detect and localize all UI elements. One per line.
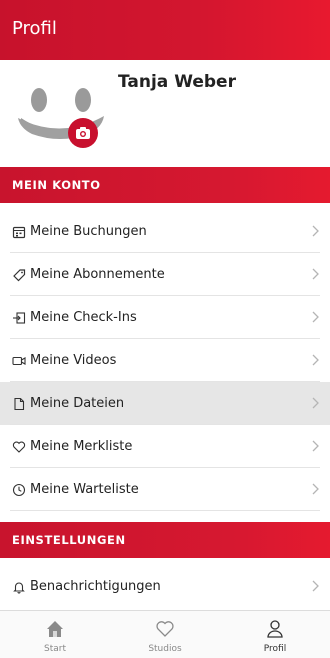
- chevron-right-icon: [312, 311, 319, 323]
- profile-name: Tanja Weber: [118, 72, 236, 92]
- menu-item-label: Meine Dateien: [30, 396, 125, 411]
- tab-label: Start: [44, 644, 66, 654]
- menu-item-files[interactable]: Meine Dateien: [0, 382, 330, 425]
- bell-icon: [13, 582, 25, 594]
- menu-item-label: Benachrichtigungen: [30, 579, 161, 594]
- menu-item-label: Meine Merkliste: [30, 439, 133, 454]
- home-icon: [47, 621, 63, 637]
- video-icon: [12, 356, 26, 366]
- menu-item-waitlist[interactable]: Meine Warteliste: [0, 468, 330, 511]
- chevron-right-icon: [312, 268, 319, 280]
- menu-item-label: Meine Abonnemente: [30, 267, 165, 282]
- tab-studios[interactable]: Studios: [110, 611, 220, 658]
- menu-item-label: Meine Check-Ins: [30, 310, 137, 325]
- menu-item-label: Meine Videos: [30, 353, 117, 368]
- menu-item-bookings[interactable]: Meine Buchungen: [0, 210, 330, 253]
- tab-start[interactable]: Start: [0, 611, 110, 658]
- tag-icon: [13, 269, 26, 282]
- calendar-icon: [12, 226, 26, 239]
- menu-item-label: Meine Buchungen: [30, 224, 147, 239]
- heart-icon: [12, 441, 26, 453]
- chevron-right-icon: [312, 440, 319, 452]
- chevron-right-icon: [312, 225, 319, 237]
- chevron-right-icon: [312, 483, 319, 495]
- section-header-account: MEIN KONTO: [0, 167, 330, 203]
- clock-icon: [12, 483, 26, 497]
- menu-item-check-ins[interactable]: Meine Check-Ins: [0, 296, 330, 339]
- divider: [10, 510, 320, 511]
- user-icon: [267, 620, 283, 638]
- section-title: MEIN KONTO: [12, 178, 101, 192]
- chevron-right-icon: [312, 397, 319, 409]
- file-icon: [14, 397, 25, 411]
- menu-item-subscriptions[interactable]: Meine Abonnemente: [0, 253, 330, 296]
- heart-icon: [156, 621, 174, 637]
- chevron-right-icon: [312, 580, 319, 592]
- section-header-settings: EINSTELLUNGEN: [0, 522, 330, 558]
- bottom-tab-bar: Start Studios Profil: [0, 610, 330, 658]
- check-in-icon: [13, 312, 26, 324]
- menu-item-notifications[interactable]: Benachrichtigungen: [0, 565, 330, 608]
- menu-item-label: Meine Warteliste: [30, 482, 139, 497]
- menu-item-videos[interactable]: Meine Videos: [0, 339, 330, 382]
- section-title: EINSTELLUNGEN: [12, 533, 126, 547]
- avatar[interactable]: [18, 78, 108, 158]
- chevron-right-icon: [312, 354, 319, 366]
- menu-item-watchlist[interactable]: Meine Merkliste: [0, 425, 330, 468]
- app-header: Profil: [0, 0, 330, 60]
- tab-label: Profil: [263, 644, 287, 654]
- tab-profil[interactable]: Profil: [220, 611, 330, 658]
- profile-card: Tanja Weber: [0, 60, 330, 167]
- camera-icon[interactable]: [68, 118, 98, 148]
- page-title: Profil: [12, 18, 57, 39]
- tab-label: Studios: [148, 644, 182, 654]
